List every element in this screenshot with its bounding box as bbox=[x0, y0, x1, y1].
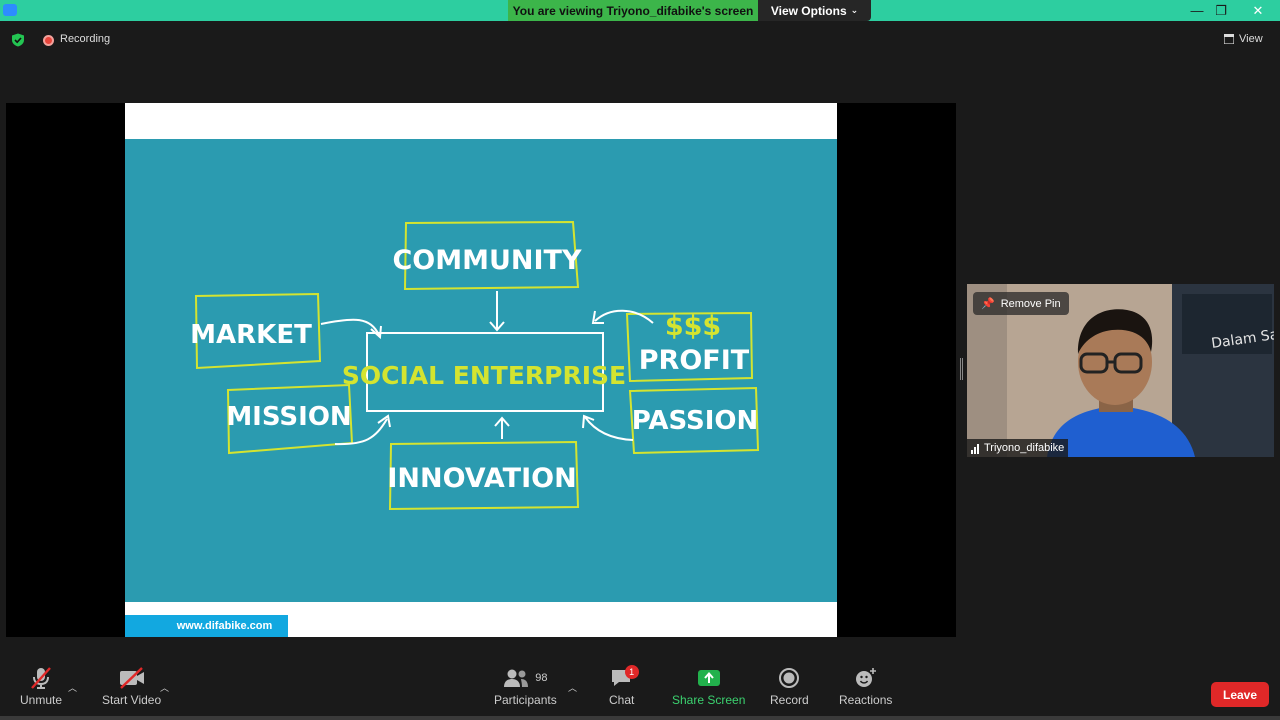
start-video-button[interactable]: Start Video bbox=[102, 663, 161, 707]
unmute-button[interactable]: Unmute bbox=[20, 663, 62, 707]
signal-strength-icon bbox=[971, 442, 980, 454]
participants-options-caret[interactable]: ︿ bbox=[568, 681, 577, 694]
leave-label: Leave bbox=[1222, 687, 1258, 702]
participants-icon bbox=[504, 669, 529, 687]
recording-dot-icon bbox=[43, 35, 54, 46]
mission-label: MISSION bbox=[226, 402, 351, 432]
viewing-banner-text: You are viewing Triyono_difabike's scree… bbox=[512, 3, 754, 18]
viewing-screen-banner: You are viewing Triyono_difabike's scree… bbox=[508, 0, 758, 21]
community-label: COMMUNITY bbox=[392, 245, 581, 276]
social-enterprise-label: SOCIAL ENTERPRISE bbox=[342, 361, 626, 390]
profit-label: PROFIT bbox=[639, 345, 750, 376]
chat-badge: 1 bbox=[624, 665, 639, 679]
share-screen-button[interactable]: Share Screen bbox=[672, 663, 745, 707]
record-label: Record bbox=[770, 693, 809, 707]
participant-video-tile[interactable]: Dalam Sat 📌 Remove Pin Triyono_difabike bbox=[967, 284, 1274, 457]
view-button[interactable]: View bbox=[1224, 33, 1263, 45]
close-window-button[interactable]: ✕ bbox=[1242, 0, 1274, 21]
market-label: MARKET bbox=[190, 320, 312, 350]
smiley-plus-icon bbox=[855, 668, 876, 687]
leave-meeting-button[interactable]: Leave bbox=[1211, 682, 1269, 707]
video-off-icon bbox=[119, 667, 144, 689]
meeting-toolbar: Unmute ︿ Start Video ︿ 98 Participants ︿ bbox=[0, 663, 1280, 720]
participants-button[interactable]: 98 Participants bbox=[494, 663, 557, 707]
restore-icon: ❐ bbox=[1215, 2, 1227, 18]
social-enterprise-diagram: COMMUNITY MARKET SOCIAL ENTERPRISE $$$ P… bbox=[190, 220, 760, 511]
share-screen-label: Share Screen bbox=[672, 693, 746, 707]
chat-label: Chat bbox=[609, 693, 635, 707]
view-options-label: View Options bbox=[770, 3, 847, 18]
record-icon bbox=[779, 668, 800, 688]
minimize-window-button[interactable]: — bbox=[1184, 0, 1210, 21]
share-screen-icon bbox=[697, 670, 720, 686]
video-options-caret[interactable]: ︿ bbox=[160, 681, 169, 694]
unmute-label: Unmute bbox=[20, 693, 63, 707]
participant-name: Triyono_difabike bbox=[984, 442, 1065, 454]
reactions-button[interactable]: Reactions bbox=[839, 663, 892, 707]
resize-divider-handle[interactable] bbox=[960, 358, 963, 380]
window-bottom-edge bbox=[0, 716, 1280, 720]
profit-arrow bbox=[591, 309, 654, 324]
remove-pin-label: Remove Pin bbox=[1000, 297, 1061, 310]
zoom-app-icon bbox=[3, 4, 17, 16]
start-video-label: Start Video bbox=[102, 693, 162, 707]
chat-button[interactable]: 1 Chat bbox=[609, 663, 639, 707]
audio-options-caret[interactable]: ︿ bbox=[68, 681, 77, 694]
presentation-slide: COMMUNITY MARKET SOCIAL ENTERPRISE $$$ P… bbox=[125, 103, 837, 637]
pin-icon: 📌 bbox=[981, 298, 995, 310]
chevron-down-icon: ⌄ bbox=[850, 5, 859, 15]
minimize-icon: — bbox=[1190, 3, 1204, 18]
record-button[interactable]: Record bbox=[770, 663, 809, 707]
community-arrow bbox=[489, 291, 505, 332]
market-arrow bbox=[320, 318, 382, 340]
recording-indicator[interactable]: Recording bbox=[60, 33, 110, 45]
restore-window-button[interactable]: ❐ bbox=[1208, 0, 1234, 21]
shield-icon[interactable] bbox=[11, 33, 25, 47]
passion-label: PASSION bbox=[632, 406, 759, 436]
participant-name-label: Triyono_difabike bbox=[967, 439, 1069, 457]
slide-content: COMMUNITY MARKET SOCIAL ENTERPRISE $$$ P… bbox=[125, 139, 837, 602]
close-icon: ✕ bbox=[1252, 2, 1264, 18]
muted-microphone-icon bbox=[31, 667, 51, 689]
participants-count: 98 bbox=[535, 672, 548, 684]
remove-pin-button[interactable]: 📌 Remove Pin bbox=[973, 292, 1069, 315]
view-options-button[interactable]: View Options ⌄ bbox=[758, 0, 871, 21]
grid-view-icon bbox=[1224, 34, 1234, 44]
innovation-label: INNOVATION bbox=[387, 463, 576, 494]
reactions-label: Reactions bbox=[839, 693, 893, 707]
passion-arrow bbox=[582, 414, 634, 441]
participants-label: Participants bbox=[494, 693, 557, 707]
footer-url-banner: www.difabike.com bbox=[125, 615, 288, 637]
view-label: View bbox=[1239, 33, 1263, 45]
innovation-arrow bbox=[494, 416, 510, 439]
dollars-label: $$$ bbox=[665, 311, 721, 342]
footer-url-text: www.difabike.com bbox=[176, 620, 273, 632]
